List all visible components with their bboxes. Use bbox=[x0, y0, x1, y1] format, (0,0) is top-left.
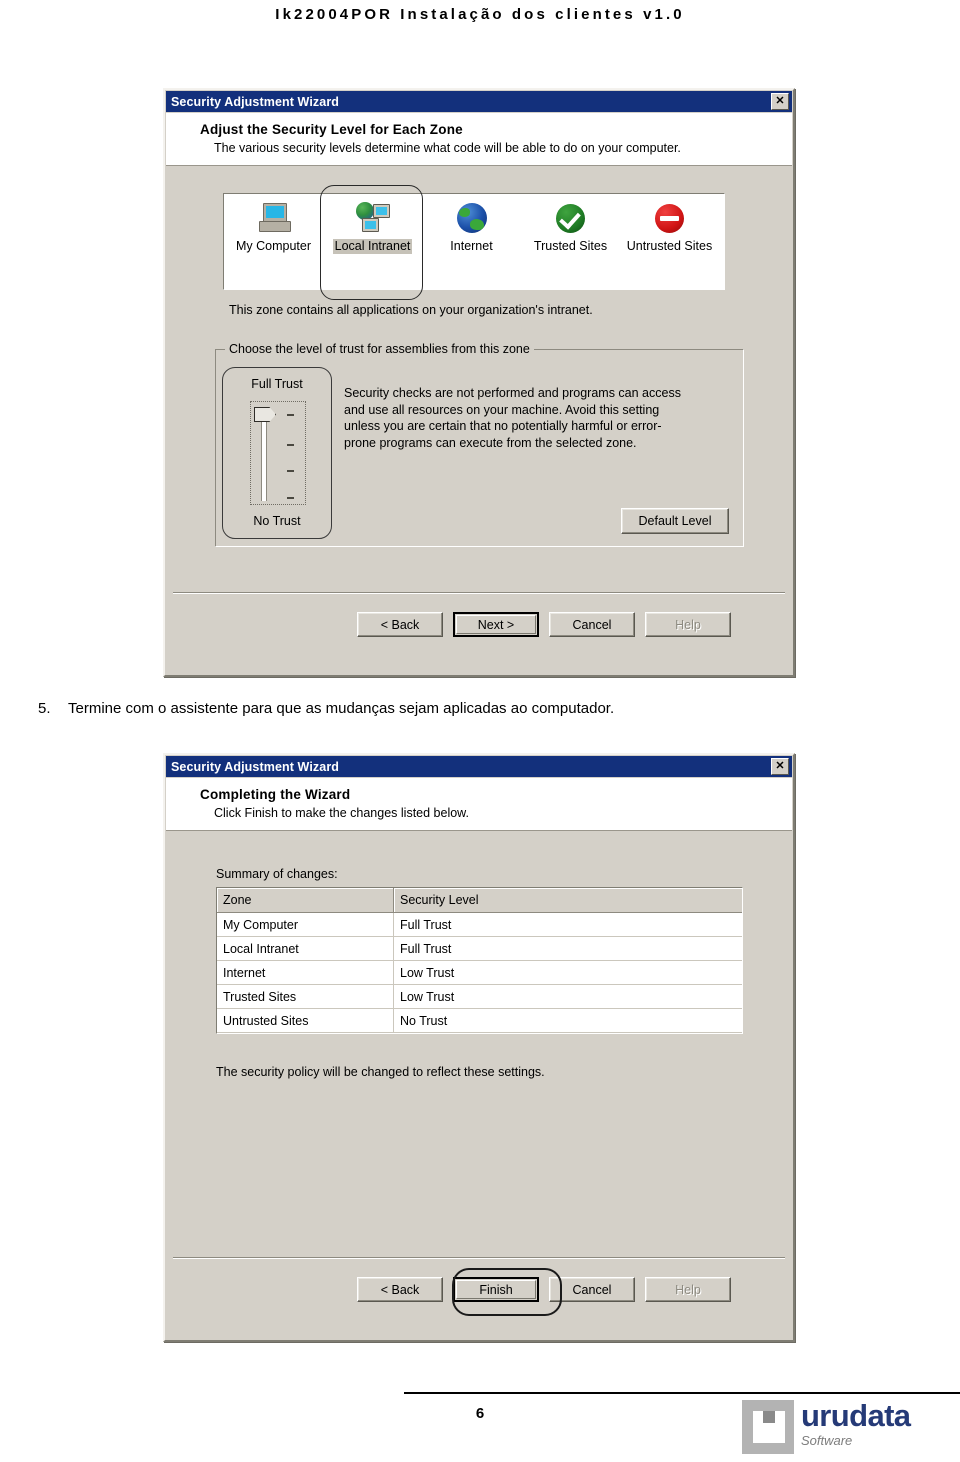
dialog1-footer-separator bbox=[173, 592, 785, 594]
cell-security-level: Low Trust bbox=[393, 984, 742, 1009]
security-policy-note: The security policy will be changed to r… bbox=[216, 1065, 545, 1079]
globe-icon bbox=[456, 200, 487, 236]
trust-slider-thumb[interactable] bbox=[254, 407, 276, 422]
dialog1-title: Security Adjustment Wizard bbox=[171, 94, 340, 109]
green-check-icon bbox=[556, 200, 585, 236]
cell-zone: Trusted Sites bbox=[217, 984, 394, 1009]
zone-item-untrusted-sites[interactable]: Untrusted Sites bbox=[620, 194, 719, 254]
next-button[interactable]: Next > bbox=[453, 612, 539, 637]
security-adjustment-wizard-dialog-1: Security Adjustment Wizard ✕ Adjust the … bbox=[163, 88, 795, 677]
dialog1-titlebar: Security Adjustment Wizard ✕ bbox=[166, 91, 792, 112]
zone-label: Trusted Sites bbox=[533, 239, 608, 253]
dialog1-header-panel: Adjust the Security Level for Each Zone … bbox=[166, 113, 792, 166]
zone-description: This zone contains all applications on y… bbox=[229, 303, 593, 317]
slider-top-label: Full Trust bbox=[251, 377, 303, 391]
table-row[interactable]: Local Intranet Full Trust bbox=[217, 936, 742, 961]
cell-security-level: Full Trust bbox=[393, 912, 742, 937]
zone-item-internet[interactable]: Internet bbox=[422, 194, 521, 254]
back-button[interactable]: < Back bbox=[357, 1277, 443, 1302]
table-row[interactable]: Untrusted Sites No Trust bbox=[217, 1008, 742, 1033]
dialog1-heading: Adjust the Security Level for Each Zone bbox=[200, 122, 463, 137]
finish-button[interactable]: Finish bbox=[453, 1277, 539, 1302]
red-deny-icon bbox=[655, 200, 684, 236]
intranet-icon bbox=[355, 200, 390, 236]
close-icon[interactable]: ✕ bbox=[771, 758, 789, 775]
trust-description: Security checks are not performed and pr… bbox=[344, 386, 681, 450]
default-level-button[interactable]: Default Level bbox=[621, 508, 729, 534]
document-header: Ik22004POR Instalação dos clientes v1.0 bbox=[275, 6, 685, 23]
cancel-button[interactable]: Cancel bbox=[549, 612, 635, 637]
table-header-row: Zone Security Level bbox=[217, 888, 742, 913]
instruction-number: 5. bbox=[38, 700, 51, 717]
cell-security-level: Full Trust bbox=[393, 936, 742, 961]
summary-label: Summary of changes: bbox=[216, 867, 338, 881]
instruction-text: Termine com o assistente para que as mud… bbox=[68, 700, 615, 717]
dialog1-subheading: The various security levels determine wh… bbox=[214, 141, 681, 155]
zone-item-my-computer[interactable]: My Computer bbox=[224, 194, 323, 254]
dialog2-footer-separator bbox=[173, 1257, 785, 1259]
summary-of-changes-table: Zone Security Level My Computer Full Tru… bbox=[216, 887, 743, 1034]
cell-security-level: Low Trust bbox=[393, 960, 742, 985]
trust-level-groupbox: Choose the level of trust for assemblies… bbox=[215, 342, 744, 547]
help-button: Help bbox=[645, 612, 731, 637]
computer-icon bbox=[258, 200, 291, 236]
logo-mark-icon bbox=[742, 1400, 794, 1454]
cell-zone: Local Intranet bbox=[217, 936, 394, 961]
dialog2-title: Security Adjustment Wizard bbox=[171, 759, 340, 774]
table-row[interactable]: My Computer Full Trust bbox=[217, 912, 742, 937]
zone-label: Internet bbox=[450, 239, 493, 253]
back-button[interactable]: < Back bbox=[357, 612, 443, 637]
logo-wordmark: urudata bbox=[800, 1398, 911, 1433]
dialog1-button-row: < Back Next > Cancel Help bbox=[357, 612, 731, 637]
zone-item-local-intranet[interactable]: Local Intranet bbox=[323, 194, 422, 254]
trust-slider-track[interactable] bbox=[250, 401, 306, 505]
dialog2-header-panel: Completing the Wizard Click Finish to ma… bbox=[166, 778, 792, 831]
trust-level-groupbox-title: Choose the level of trust for assemblies… bbox=[225, 342, 534, 356]
zone-item-trusted-sites[interactable]: Trusted Sites bbox=[521, 194, 620, 254]
zone-label: Local Intranet bbox=[332, 239, 413, 254]
dialog2-titlebar: Security Adjustment Wizard ✕ bbox=[166, 756, 792, 777]
logo-tagline: Software bbox=[800, 1433, 853, 1448]
dialog2-heading: Completing the Wizard bbox=[200, 787, 351, 802]
cell-security-level: No Trust bbox=[393, 1008, 742, 1033]
slider-bottom-label: No Trust bbox=[253, 514, 301, 528]
trust-slider-panel[interactable]: Full Trust No Trust bbox=[222, 367, 332, 539]
zone-selector: My Computer Local Intranet Internet Trus… bbox=[223, 193, 725, 290]
dialog2-subheading: Click Finish to make the changes listed … bbox=[214, 806, 469, 820]
help-button: Help bbox=[645, 1277, 731, 1302]
close-icon[interactable]: ✕ bbox=[771, 93, 789, 110]
footer-divider bbox=[404, 1392, 960, 1394]
cell-zone: Untrusted Sites bbox=[217, 1008, 394, 1033]
urudata-logo: urudata Software bbox=[742, 1400, 960, 1454]
column-header-security-level: Security Level bbox=[393, 888, 742, 913]
zone-label: Untrusted Sites bbox=[626, 239, 713, 253]
cell-zone: Internet bbox=[217, 960, 394, 985]
zone-label: My Computer bbox=[235, 239, 312, 253]
cancel-button[interactable]: Cancel bbox=[549, 1277, 635, 1302]
dialog2-button-row: < Back Finish Cancel Help bbox=[357, 1277, 731, 1302]
column-header-zone: Zone bbox=[217, 888, 394, 913]
cell-zone: My Computer bbox=[217, 912, 394, 937]
table-row[interactable]: Trusted Sites Low Trust bbox=[217, 984, 742, 1009]
table-row[interactable]: Internet Low Trust bbox=[217, 960, 742, 985]
security-adjustment-wizard-dialog-2: Security Adjustment Wizard ✕ Completing … bbox=[163, 753, 795, 1342]
